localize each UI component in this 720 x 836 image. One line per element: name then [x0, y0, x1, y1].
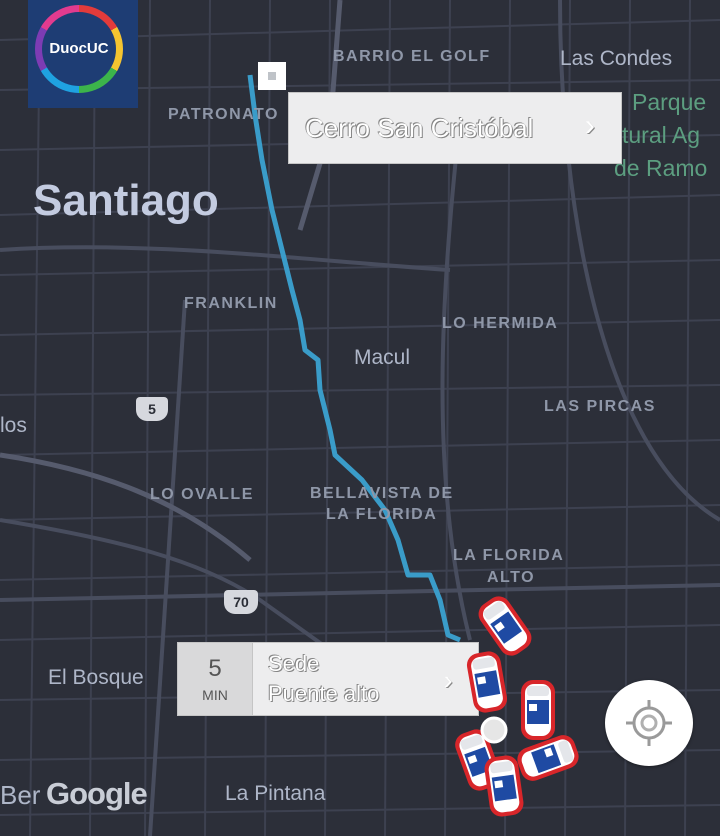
vehicle-marker: [513, 731, 583, 785]
destination-dot-icon: [480, 716, 508, 744]
label-patronato: PATRONATO: [168, 106, 279, 123]
route-70-shield: 70: [224, 590, 258, 614]
label-parque-line3: de Ramo: [614, 155, 708, 181]
label-lo-ovalle: LO OVALLE: [150, 486, 254, 503]
label-la-florida-alto-2: ALTO: [487, 569, 536, 586]
label-las-condes: Las Condes: [560, 47, 673, 70]
label-la-pintana: La Pintana: [225, 782, 326, 805]
eta-value: 5: [208, 655, 222, 682]
destination-title-line1: Sede: [268, 651, 320, 676]
chevron-right-icon: ›: [585, 109, 595, 142]
label-los: los: [0, 414, 27, 437]
label-parque: Parque: [632, 89, 707, 115]
origin-marker[interactable]: [258, 62, 286, 90]
label-la-florida: LA FLORIDA: [326, 506, 438, 523]
label-las-pircas: LAS PIRCAS: [544, 398, 656, 415]
destination-title-line2: Puente alto: [268, 681, 380, 706]
label-el-bosque: El Bosque: [48, 666, 144, 689]
eta-unit: MIN: [202, 687, 228, 703]
duocuc-logo: DuocUC: [28, 0, 138, 108]
destination-callout[interactable]: 5 MIN Sede Puente alto ›: [177, 642, 479, 716]
vehicle-marker: [473, 592, 537, 661]
label-macul: Macul: [354, 346, 411, 369]
origin-callout[interactable]: Cerro San Cristóbal ›: [288, 92, 622, 164]
label-lo-hermida: LO HERMIDA: [442, 315, 559, 332]
map-view[interactable]: DuocUC BARRIO EL GOLF Las Condes PATRONA…: [0, 0, 720, 836]
label-parque-line2: tural Ag: [622, 122, 700, 148]
vehicle-marker: [521, 680, 555, 740]
eta-box: 5 MIN: [178, 643, 253, 715]
label-barrio-el-golf: BARRIO EL GOLF: [333, 48, 491, 65]
label-bellavista: BELLAVISTA DE: [310, 485, 454, 502]
label-santiago: Santiago: [33, 176, 219, 225]
vehicle-marker: [465, 649, 509, 715]
label-la-florida-alto-1: LA FLORIDA: [453, 547, 565, 564]
my-location-button[interactable]: [605, 680, 693, 766]
label-franklin: FRANKLIN: [184, 295, 278, 312]
origin-callout-title: Cerro San Cristóbal: [305, 113, 534, 143]
vehicle-markers[interactable]: [450, 592, 590, 828]
route-5-shield: 5: [136, 397, 168, 421]
crosshair-icon: [626, 700, 672, 746]
google-logo: Google: [46, 776, 148, 811]
label-ber: Ber: [0, 780, 41, 810]
